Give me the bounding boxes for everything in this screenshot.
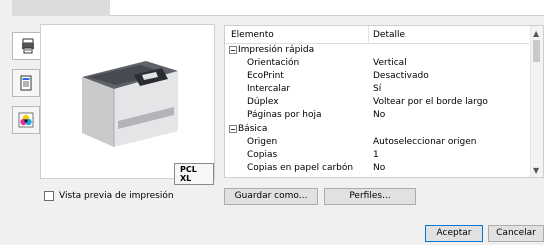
group-row-basic[interactable]: Básica — [225, 123, 531, 136]
setting-name: Copias — [247, 150, 278, 160]
table-row[interactable]: EcoPrint Desactivado — [225, 70, 531, 83]
setting-name: EcoPrint — [247, 71, 284, 81]
setting-value: No — [373, 110, 386, 120]
printer-image — [82, 61, 178, 147]
column-separator — [368, 26, 369, 43]
document-icon — [20, 75, 32, 91]
print-preview-label: Vista previa de impresión — [59, 191, 174, 201]
grid-scrollbar[interactable]: ▲ ▼ — [530, 26, 543, 177]
group-row-quick-print[interactable]: Impresión rápida — [225, 44, 531, 57]
collapse-icon[interactable] — [229, 46, 237, 54]
scroll-up-icon[interactable]: ▲ — [533, 29, 539, 38]
collapse-icon[interactable] — [229, 125, 237, 133]
column-header-detail[interactable]: Detalle — [373, 30, 405, 40]
print-preview-option[interactable]: Vista previa de impresión — [44, 191, 174, 201]
setting-value: 1 — [373, 150, 379, 160]
group-label: Impresión rápida — [238, 45, 315, 55]
setting-name: Páginas por hoja — [247, 110, 322, 120]
group-label: Básica — [238, 124, 268, 134]
setting-value: Autoseleccionar origen — [373, 137, 477, 147]
setting-name: Orientación — [247, 58, 300, 68]
setting-value: Sí — [373, 84, 382, 94]
scroll-down-icon[interactable]: ▼ — [533, 166, 539, 175]
profiles-button[interactable]: Perfiles... — [324, 188, 416, 205]
table-row[interactable]: Copias 1 — [225, 149, 531, 162]
setting-name: Origen — [247, 137, 278, 147]
scroll-thumb[interactable] — [533, 40, 540, 62]
color-icon — [18, 112, 34, 128]
grid-header: Elemento Detalle — [225, 26, 531, 44]
document-settings-tab[interactable] — [12, 69, 40, 97]
table-row[interactable]: Páginas por hoja No — [225, 109, 531, 122]
table-row[interactable]: Orientación Vertical — [225, 57, 531, 70]
active-tab[interactable] — [12, 0, 110, 16]
setting-value: Desactivado — [373, 71, 429, 81]
setting-name: Intercalar — [247, 84, 291, 94]
table-row[interactable]: Origen Autoseleccionar origen — [225, 136, 531, 149]
top-tab-strip — [0, 0, 544, 16]
table-row[interactable]: Copias en papel carbón No — [225, 162, 531, 175]
table-row[interactable]: Dúplex Voltear por el borde largo — [225, 96, 531, 109]
printer-icon — [21, 38, 34, 54]
setting-value: No — [373, 163, 386, 173]
setting-name: Dúplex — [247, 97, 279, 107]
printer-settings-tab[interactable] — [12, 32, 42, 60]
color-settings-tab[interactable] — [12, 106, 40, 134]
tab-strip-remainder — [110, 0, 544, 16]
column-header-element[interactable]: Elemento — [231, 30, 274, 40]
printer-preview-panel: PCL XL — [40, 24, 215, 185]
pcl-xl-badge: PCL XL — [174, 163, 214, 185]
cancel-button[interactable]: Cancelar — [488, 225, 544, 242]
table-row[interactable]: Intercalar Sí — [225, 83, 531, 96]
save-as-button[interactable]: Guardar como... — [224, 188, 318, 205]
accept-button[interactable]: Aceptar — [425, 225, 483, 242]
settings-grid[interactable]: Elemento Detalle Impresión rápida Orient… — [224, 25, 544, 178]
print-preview-checkbox[interactable] — [44, 191, 54, 201]
setting-value: Voltear por el borde largo — [373, 97, 488, 107]
setting-name: Copias en papel carbón — [247, 163, 354, 173]
setting-value: Vertical — [373, 58, 407, 68]
